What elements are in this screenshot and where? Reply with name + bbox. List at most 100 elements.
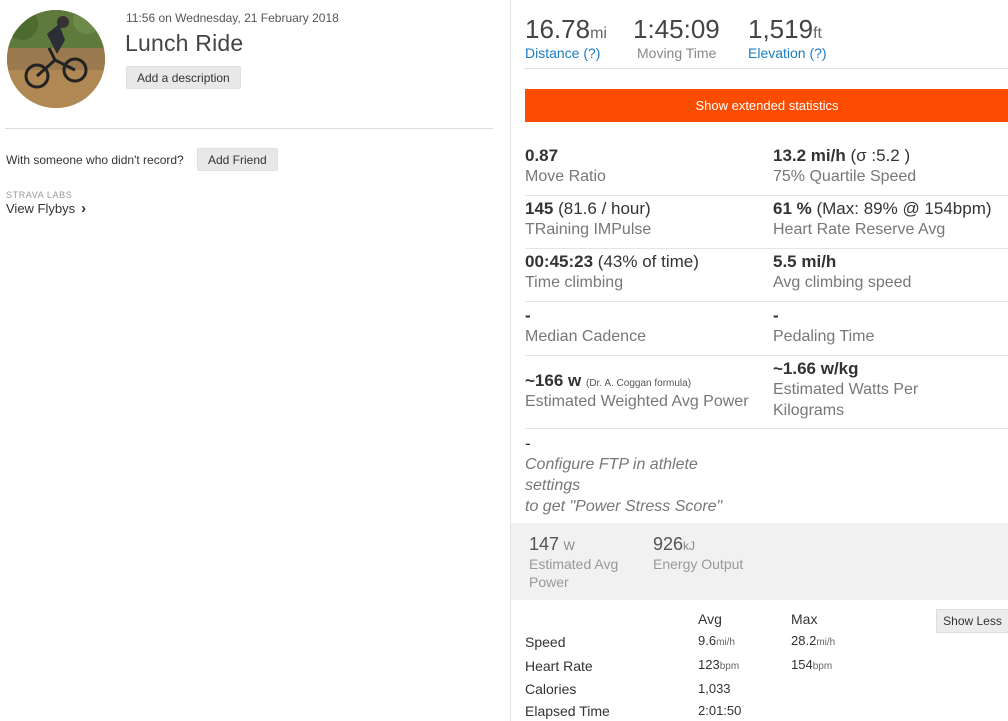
distance-help-link[interactable]: Distance (?) <box>525 45 607 61</box>
ext-stats-row: - Median Cadence - Pedaling Time <box>525 306 1008 356</box>
avg-power-label: Estimated Avg <box>529 556 619 572</box>
cell-value: 1,033 <box>698 681 731 696</box>
stat-extra: (Max: 89% @ 154bpm) <box>811 199 992 218</box>
table-cell-avg: 1,033 <box>698 681 731 696</box>
stat-extra: (σ :5.2 ) <box>845 146 911 165</box>
stat-label: Median Cadence <box>525 328 646 345</box>
stat-label: Estimated Weighted Avg Power <box>525 393 749 410</box>
table-cell-avg: 123bpm <box>698 657 739 672</box>
weighted-power-stat: ~166 w (Dr. A. Coggan formula) Estimated… <box>525 371 749 412</box>
stat-value: ~166 w <box>525 371 582 390</box>
table-cell-avg: 2:01:50 <box>698 703 741 718</box>
activity-stats-panel: 16.78mi Distance (?) 1:45:09 Moving Time… <box>510 0 1008 721</box>
table-row-label: Calories <box>525 681 577 697</box>
table-row-label: Speed <box>525 634 566 650</box>
stat-value: 145 <box>525 199 554 218</box>
activity-title: Lunch Ride <box>125 30 244 56</box>
median-cadence-stat: - Median Cadence <box>525 306 646 347</box>
strava-labs-label: STRAVA LABS <box>6 190 73 200</box>
table-row-label: Heart Rate <box>525 658 593 674</box>
stat-label: Move Ratio <box>525 168 606 185</box>
stat-extra: (43% of time) <box>593 252 699 271</box>
pss-line: to get "Power Stress Score" <box>525 498 723 515</box>
energy-label: Energy Output <box>653 556 744 572</box>
stat-value: 5.5 mi/h <box>773 252 837 271</box>
cell-unit: bpm <box>812 661 833 672</box>
stat-value: 61 % <box>773 199 812 218</box>
stat-value: - <box>773 306 779 325</box>
activity-timestamp: 11:56 on Wednesday, 21 February 2018 <box>126 11 339 25</box>
view-flybys-link[interactable]: View Flybys › <box>6 201 86 216</box>
stat-label: 75% Quartile Speed <box>773 168 917 185</box>
ext-stats-row: 0.87 Move Ratio 13.2 mi/h (σ :5.2 ) 75% … <box>525 146 1008 196</box>
divider <box>5 128 493 129</box>
cell-value: 2:01:50 <box>698 703 742 718</box>
cell-unit: bpm <box>719 661 740 672</box>
stat-label: Time climbing <box>525 274 624 291</box>
move-ratio-stat: 0.87 Move Ratio <box>525 146 606 187</box>
hrr-stat: 61 % (Max: 89% @ 154bpm) Heart Rate Rese… <box>773 199 992 240</box>
cell-value: 154 <box>791 657 813 672</box>
stat-value: 00:45:23 <box>525 252 594 271</box>
cell-value: 9.6 <box>698 633 717 648</box>
pss-line: Configure FTP in athlete <box>525 456 698 473</box>
elevation-unit: ft <box>813 25 822 42</box>
energy-value: 926 <box>653 534 684 554</box>
stat-label: Estimated Watts Per Kilograms <box>773 381 919 419</box>
show-less-button[interactable]: Show Less <box>936 609 1008 633</box>
avg-power-label: Power <box>529 574 569 590</box>
stat-label: Heart Rate Reserve Avg <box>773 221 946 238</box>
ext-stats-row: 145 (81.6 / hour) TRaining IMPulse 61 % … <box>525 199 1008 249</box>
avg-power-unit: W <box>563 539 575 553</box>
moving-time-label: Moving Time <box>637 45 717 61</box>
divider <box>524 68 1008 69</box>
stat-label: Pedaling Time <box>773 328 875 345</box>
column-header-max: Max <box>791 611 818 627</box>
table-row-label: Elapsed Time <box>525 703 610 719</box>
add-description-button[interactable]: Add a description <box>126 66 241 89</box>
table-cell-max: 154bpm <box>791 657 832 672</box>
power-summary-box: 147 W Estimated Avg Power 926kJ Energy O… <box>511 523 1008 600</box>
distance-unit: mi <box>590 25 607 42</box>
pss-line: settings <box>525 477 581 494</box>
trimp-stat: 145 (81.6 / hour) TRaining IMPulse <box>525 199 651 240</box>
avg-power-stat: 147 W Estimated Avg Power <box>529 534 618 591</box>
distance-value: 16.78 <box>525 14 591 44</box>
elevation-stat: 1,519ft Elevation (?) <box>748 14 827 61</box>
table-cell-avg: 9.6mi/h <box>698 633 735 648</box>
cell-value: 28.2 <box>791 633 817 648</box>
cell-value: 123 <box>698 657 720 672</box>
ext-stats-row: ~166 w (Dr. A. Coggan formula) Estimated… <box>525 359 1008 429</box>
stat-extra: (Dr. A. Coggan formula) <box>585 378 692 389</box>
athlete-avatar[interactable] <box>7 10 105 108</box>
moving-time-stat: 1:45:09 Moving Time <box>633 14 720 61</box>
cell-unit: mi/h <box>816 637 836 648</box>
elevation-help-link[interactable]: Elevation (?) <box>748 45 827 61</box>
elevation-value: 1,519 <box>748 14 814 44</box>
moving-time-value: 1:45:09 <box>633 14 720 44</box>
pedaling-time-stat: - Pedaling Time <box>773 306 874 347</box>
time-climbing-stat: 00:45:23 (43% of time) Time climbing <box>525 252 699 293</box>
watts-per-kg-stat: ~1.66 w/kg Estimated Watts Per Kilograms <box>773 359 973 421</box>
activity-header-panel: 11:56 on Wednesday, 21 February 2018 Lun… <box>0 0 510 721</box>
view-flybys-label: View Flybys <box>6 201 76 216</box>
show-extended-statistics-button[interactable]: Show extended statistics <box>525 89 1008 122</box>
stat-value: 13.2 mi/h <box>773 146 846 165</box>
stat-value: ~1.66 w/kg <box>773 359 859 378</box>
column-header-avg: Avg <box>698 611 722 627</box>
stat-label: Avg climbing speed <box>773 274 912 291</box>
distance-stat: 16.78mi Distance (?) <box>525 14 607 61</box>
stat-label: TRaining IMPulse <box>525 221 652 238</box>
cell-unit: mi/h <box>716 637 735 648</box>
add-friend-button[interactable]: Add Friend <box>197 148 278 171</box>
stat-value: 0.87 <box>525 146 559 165</box>
stat-value: - <box>525 306 531 325</box>
energy-output-stat: 926kJ Energy Output <box>653 534 743 573</box>
stat-value: - <box>525 434 531 453</box>
climbing-speed-stat: 5.5 mi/h Avg climbing speed <box>773 252 911 293</box>
table-cell-max: 28.2mi/h <box>791 633 835 648</box>
avg-power-value: 147 <box>529 534 560 554</box>
energy-unit: kJ <box>683 539 696 553</box>
chevron-right-icon: › <box>81 200 87 217</box>
stat-extra: (81.6 / hour) <box>553 199 651 218</box>
